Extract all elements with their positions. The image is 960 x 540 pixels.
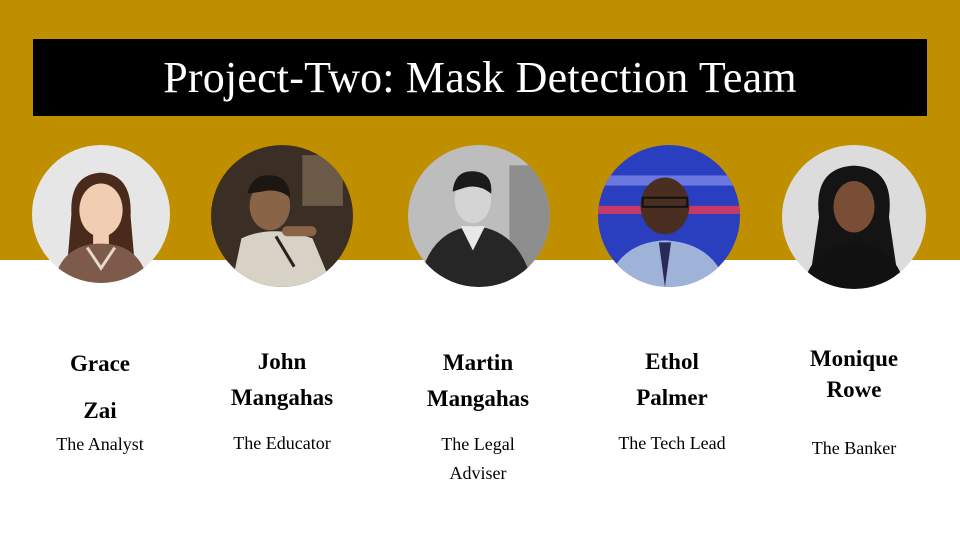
portrait-photo-ethol [598, 145, 740, 287]
avatar-martin [408, 145, 550, 287]
title-bar: Project-Two: Mask Detection Team [33, 39, 927, 116]
member-role-martin: The Legal Adviser [441, 434, 515, 483]
member-last-name: Zai [83, 398, 117, 423]
member-name-john: John Mangahas [196, 344, 368, 416]
slide-title: Project-Two: Mask Detection Team [163, 53, 797, 102]
member-last-name: Mangahas [230, 385, 334, 410]
avatar-john [211, 145, 353, 287]
portrait-photo-monique [782, 145, 926, 289]
member-first-name: John [257, 349, 307, 374]
member-first-name: Martin [442, 350, 514, 375]
member-name-ethol: Ethol Palmer [586, 344, 758, 416]
member-role-john: The Educator [233, 433, 331, 453]
member-name-grace: Grace Zai [30, 340, 170, 434]
member-last-name: Rowe [826, 377, 882, 402]
member-first-name: Monique [809, 346, 899, 371]
member-first-name: Ethol [645, 349, 699, 374]
avatar-grace [32, 145, 170, 283]
member-name-monique: Monique Rowe [770, 343, 938, 405]
portrait-photo-grace [32, 145, 170, 283]
avatar-ethol [598, 145, 740, 287]
member-last-name: Mangahas [426, 386, 530, 411]
member-first-name: Grace [69, 351, 130, 376]
member-role-monique: The Banker [811, 438, 897, 458]
member-role-grace: The Analyst [56, 434, 144, 454]
avatar-monique [782, 145, 926, 289]
portrait-photo-martin [408, 145, 550, 287]
member-last-name: Palmer [636, 385, 708, 410]
portrait-photo-john [211, 145, 353, 287]
member-name-martin: Martin Mangahas [392, 345, 564, 417]
member-role-ethol: The Tech Lead [618, 433, 726, 453]
